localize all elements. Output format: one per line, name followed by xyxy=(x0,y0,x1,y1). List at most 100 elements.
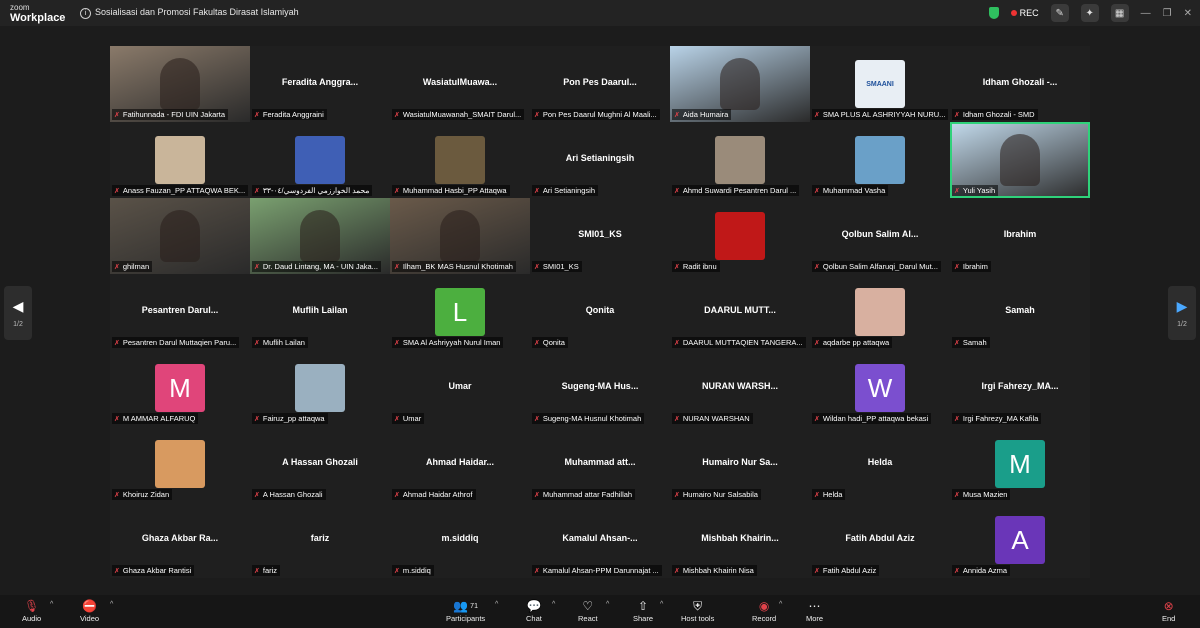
share-button[interactable]: ⇧ Share xyxy=(633,598,653,623)
participant-tile[interactable]: ✗ Fairuz_pp attaqwa xyxy=(250,350,390,426)
participant-tile[interactable]: ✗ Khoiruz Zidan xyxy=(110,426,250,502)
participant-tile[interactable]: Samah ✗ Samah xyxy=(950,274,1090,350)
participant-tile[interactable]: ✗ Ahmd Suwardi Pesantren Darul ... xyxy=(670,122,810,198)
participant-name-text: Ilham_BK MAS Husnul Khotimah xyxy=(402,262,513,271)
edit-icon[interactable]: ✎ xyxy=(1050,4,1069,22)
shield-icon[interactable] xyxy=(988,7,999,19)
recording-indicator[interactable]: REC xyxy=(1010,8,1039,18)
avatar xyxy=(155,440,205,488)
participant-tile[interactable]: ✗ Fatihunnada - FDI UIN Jakarta xyxy=(110,46,250,122)
participant-tile[interactable]: ✗ Ilham_BK MAS Husnul Khotimah xyxy=(390,198,530,274)
participant-name-label: ✗ Muhammad attar Fadhillah xyxy=(532,489,636,500)
participant-tile[interactable]: Muhammad att... ✗ Muhammad attar Fadhillah xyxy=(530,426,670,502)
participants-caret[interactable]: ^ xyxy=(495,601,498,608)
sparkle-icon[interactable]: ✦ xyxy=(1080,4,1099,22)
participant-tile[interactable]: Kamalul Ahsan-... ✗ Kamalul Ahsan-PPM Daru… xyxy=(530,502,670,578)
participant-tile[interactable]: Sugeng-MA Hus... ✗ Sugeng-MA Husnul Khotim… xyxy=(530,350,670,426)
participant-tile[interactable]: ✗ Yuli Yasih xyxy=(950,122,1090,198)
prev-page-button[interactable]: ◀ 1/2 xyxy=(4,286,32,340)
participant-tile[interactable]: ✗ ghilman xyxy=(110,198,250,274)
participant-display-name: Ahmad Haidar... xyxy=(425,457,495,467)
avatar xyxy=(715,212,765,260)
end-button[interactable]: ⊗ End xyxy=(1162,598,1175,623)
participants-count: 71 xyxy=(470,602,478,610)
participant-tile[interactable]: Idham Ghozali -... ✗ Idham Ghozali - SMD xyxy=(950,46,1090,122)
participant-tile[interactable]: Ahmad Haidar... ✗ Ahmad Haidar Athrof xyxy=(390,426,530,502)
participant-tile[interactable]: WasiatulMuawa... ✗ WasiatulMuawanah_SMAIT … xyxy=(390,46,530,122)
participant-name-label: ✗ aqdarbe pp attaqwa xyxy=(812,337,893,348)
participant-tile[interactable]: M ✗ Musa Mazien xyxy=(950,426,1090,502)
next-page-button[interactable]: ▶ 1/2 xyxy=(1168,286,1196,340)
more-button[interactable]: ⋯ More xyxy=(806,598,823,623)
participant-tile[interactable]: W ✗ Wildan hadi_PP attaqwa bekasi xyxy=(810,350,950,426)
participant-tile[interactable]: SMI01_KS ✗ SMI01_KS xyxy=(530,198,670,274)
video-button[interactable]: ⛔ Video xyxy=(80,598,99,623)
participant-tile[interactable]: Qonita ✗ Qonita xyxy=(530,274,670,350)
participant-name-text: A Hassan Ghozali xyxy=(262,490,323,499)
participant-tile[interactable]: Ari Setianingsih ✗ Ari Setianingsih xyxy=(530,122,670,198)
participant-tile[interactable]: Ghaza Akbar Ra... ✗ Ghaza Akbar Rantisi xyxy=(110,502,250,578)
participant-tile[interactable]: ✗ Dr. Daud Lintang, MA - UIN Jaka... xyxy=(250,198,390,274)
participant-tile[interactable]: Qolbun Salim Al... ✗ Qolbun Salim Alfaruqi… xyxy=(810,198,950,274)
avatar: SMAANI xyxy=(855,60,905,108)
share-caret[interactable]: ^ xyxy=(660,601,663,608)
participant-tile[interactable]: ✗ Radit ibnu xyxy=(670,198,810,274)
participant-tile[interactable]: Muflih Lailan ✗ Muflih Lailan xyxy=(250,274,390,350)
react-caret[interactable]: ^ xyxy=(606,601,609,608)
participant-tile[interactable]: ✗ Aida Humaira xyxy=(670,46,810,122)
maximize-icon[interactable]: ❐ xyxy=(1163,8,1172,19)
participant-tile[interactable]: Pesantren Darul... ✗ Pesantren Darul Mutta… xyxy=(110,274,250,350)
participant-tile[interactable]: Humairo Nur Sa... ✗ Humairo Nur Salsabila xyxy=(670,426,810,502)
participant-tile[interactable]: DAARUL MUTT... ✗ DAARUL MUTTAQIEN TANGERA.… xyxy=(670,274,810,350)
participant-name-label: ✗ Ahmad Haidar Athrof xyxy=(392,489,476,500)
participant-tile[interactable]: ✗ Anass Fauzan_PP ATTAQWA BEK... xyxy=(110,122,250,198)
participant-tile[interactable]: NURAN WARSH... ✗ NURAN WARSHAN xyxy=(670,350,810,426)
mic-muted-icon: ✗ xyxy=(114,111,120,119)
participant-name-text: Yuli Yasih xyxy=(962,186,996,195)
audio-button[interactable]: 🎙 Audio xyxy=(22,598,41,623)
audio-options-caret[interactable]: ^ xyxy=(50,601,53,608)
close-icon[interactable]: ✕ xyxy=(1184,8,1192,19)
participant-video xyxy=(300,210,340,262)
info-icon[interactable]: i xyxy=(80,8,91,19)
participant-tile[interactable]: ✗ محمد الخوارزمي الفردوسي/٠٤-٣٣ xyxy=(250,122,390,198)
participant-name-label: ✗ Qolbun Salim Alfaruqi_Darul Mut... xyxy=(812,261,941,272)
participant-tile[interactable]: M ✗ M AMMAR ALFARUQ xyxy=(110,350,250,426)
mic-muted-icon: ✗ xyxy=(954,111,960,119)
record-icon: ◉ xyxy=(758,599,770,613)
participant-tile[interactable]: ✗ aqdarbe pp attaqwa xyxy=(810,274,950,350)
participant-tile[interactable]: ✗ Muhammad Hasbi_PP Attaqwa xyxy=(390,122,530,198)
participant-tile[interactable]: L ✗ SMA Al Ashriyyah Nurul Iman xyxy=(390,274,530,350)
participant-tile[interactable]: Ibrahim ✗ Ibrahim xyxy=(950,198,1090,274)
participants-button[interactable]: 👥 71 Participants xyxy=(446,598,485,623)
participant-display-name: DAARUL MUTT... xyxy=(704,305,776,315)
participant-tile[interactable]: A ✗ Annida Azma xyxy=(950,502,1090,578)
participant-tile[interactable]: fariz ✗ fariz xyxy=(250,502,390,578)
host-tools-button[interactable]: ⛨ Host tools xyxy=(681,598,714,624)
record-caret[interactable]: ^ xyxy=(779,601,782,608)
participant-tile[interactable]: Fatih Abdul Aziz ✗ Fatih Abdul Aziz xyxy=(810,502,950,578)
chat-button[interactable]: 💬 Chat xyxy=(526,598,542,623)
participant-tile[interactable]: m.siddiq ✗ m.siddiq xyxy=(390,502,530,578)
participant-tile[interactable]: Mishbah Khairin... ✗ Mishbah Khairin Nisa xyxy=(670,502,810,578)
participant-tile[interactable]: Feradita Anggra... ✗ Feradita Anggraini xyxy=(250,46,390,122)
video-options-caret[interactable]: ^ xyxy=(110,601,113,608)
participant-name-text: fariz xyxy=(262,566,278,575)
participant-tile[interactable]: Pon Pes Daarul... ✗ Pon Pes Daarul Mughni … xyxy=(530,46,670,122)
react-button[interactable]: ♡ React xyxy=(578,598,598,623)
participant-tile[interactable]: A Hassan Ghozali ✗ A Hassan Ghozali xyxy=(250,426,390,502)
participant-name-text: Humairo Nur Salsabila xyxy=(682,490,758,499)
meeting-title[interactable]: i Sosialisasi dan Promosi Fakultas Dirasa… xyxy=(80,7,299,19)
participant-tile[interactable]: Helda ✗ Helda xyxy=(810,426,950,502)
logo-bottom-text: Workplace xyxy=(10,12,66,24)
participant-name-label: ✗ Mishbah Khairin Nisa xyxy=(672,565,757,576)
grid-icon[interactable]: ▦ xyxy=(1110,4,1129,22)
participant-tile[interactable]: Irgi Fahrezy_MA... ✗ Irgi Fahrezy_MA Kafil… xyxy=(950,350,1090,426)
participant-video xyxy=(160,58,200,110)
record-button[interactable]: ◉ Record xyxy=(752,598,776,623)
participant-tile[interactable]: ✗ Muhammad Vasha xyxy=(810,122,950,198)
minimize-icon[interactable]: — xyxy=(1141,8,1151,19)
participant-tile[interactable]: Umar ✗ Umar xyxy=(390,350,530,426)
chat-caret[interactable]: ^ xyxy=(552,601,555,608)
participant-tile[interactable]: SMAANI ✗ SMA PLUS AL ASHRIYYAH NURU... xyxy=(810,46,950,122)
